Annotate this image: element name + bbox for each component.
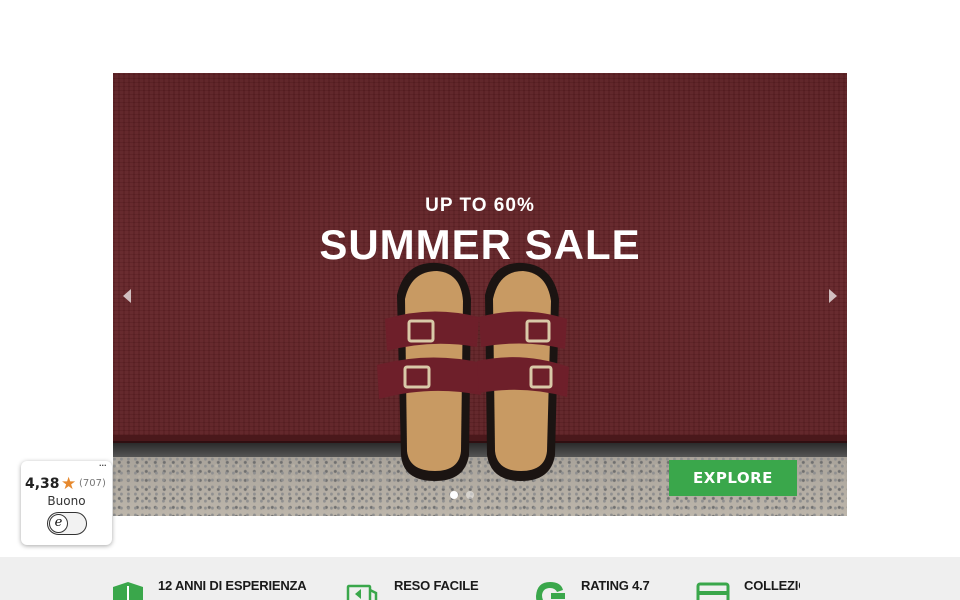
hero-kicker: UP TO 60% (425, 195, 535, 216)
laptop-icon (696, 582, 730, 600)
feature-rating-label: RATING 4.7 (581, 578, 650, 593)
feature-experience-label: 12 ANNI DI ESPERIENZA (158, 578, 307, 593)
slider-dot-2[interactable] (466, 491, 474, 499)
slider-dots (450, 491, 474, 499)
slider-next-arrow-icon[interactable] (826, 287, 840, 305)
left-sandal (377, 262, 483, 481)
feature-collect-points: COLLEZIONA PUN (696, 557, 800, 600)
shield-icon (113, 582, 143, 600)
slider-prev-arrow-icon[interactable] (120, 287, 134, 305)
sandals-image (377, 262, 569, 481)
slider-dot-1[interactable] (450, 491, 458, 499)
badge-more-icon[interactable]: ··· (99, 459, 107, 472)
return-box-icon (346, 584, 378, 600)
google-g-icon (536, 582, 565, 600)
page: UP TO 60% SUMMER SALE EXPLORE ··· 4,38 ★… (0, 0, 960, 600)
feature-collect-points-label: COLLEZIONA PUN (744, 578, 800, 593)
badge-score: 4,38 (25, 476, 60, 492)
trust-badge[interactable]: ··· 4,38 ★ (707) Buono e (21, 459, 112, 545)
ekomi-logo-icon: e (49, 514, 68, 533)
hero-slider: UP TO 60% SUMMER SALE EXPLORE (113, 73, 847, 516)
badge-rating-label: Buono (47, 494, 86, 508)
explore-button[interactable]: EXPLORE (669, 460, 797, 496)
badge-logo-toggle[interactable]: e (47, 512, 87, 535)
feature-easy-return-label: RESO FACILE (394, 578, 479, 593)
features-bar: 12 ANNI DI ESPERIENZA RESO FACILE RATING… (0, 557, 960, 600)
right-sandal (477, 262, 569, 481)
badge-review-count: (707) (79, 478, 106, 489)
star-icon: ★ (61, 474, 77, 494)
